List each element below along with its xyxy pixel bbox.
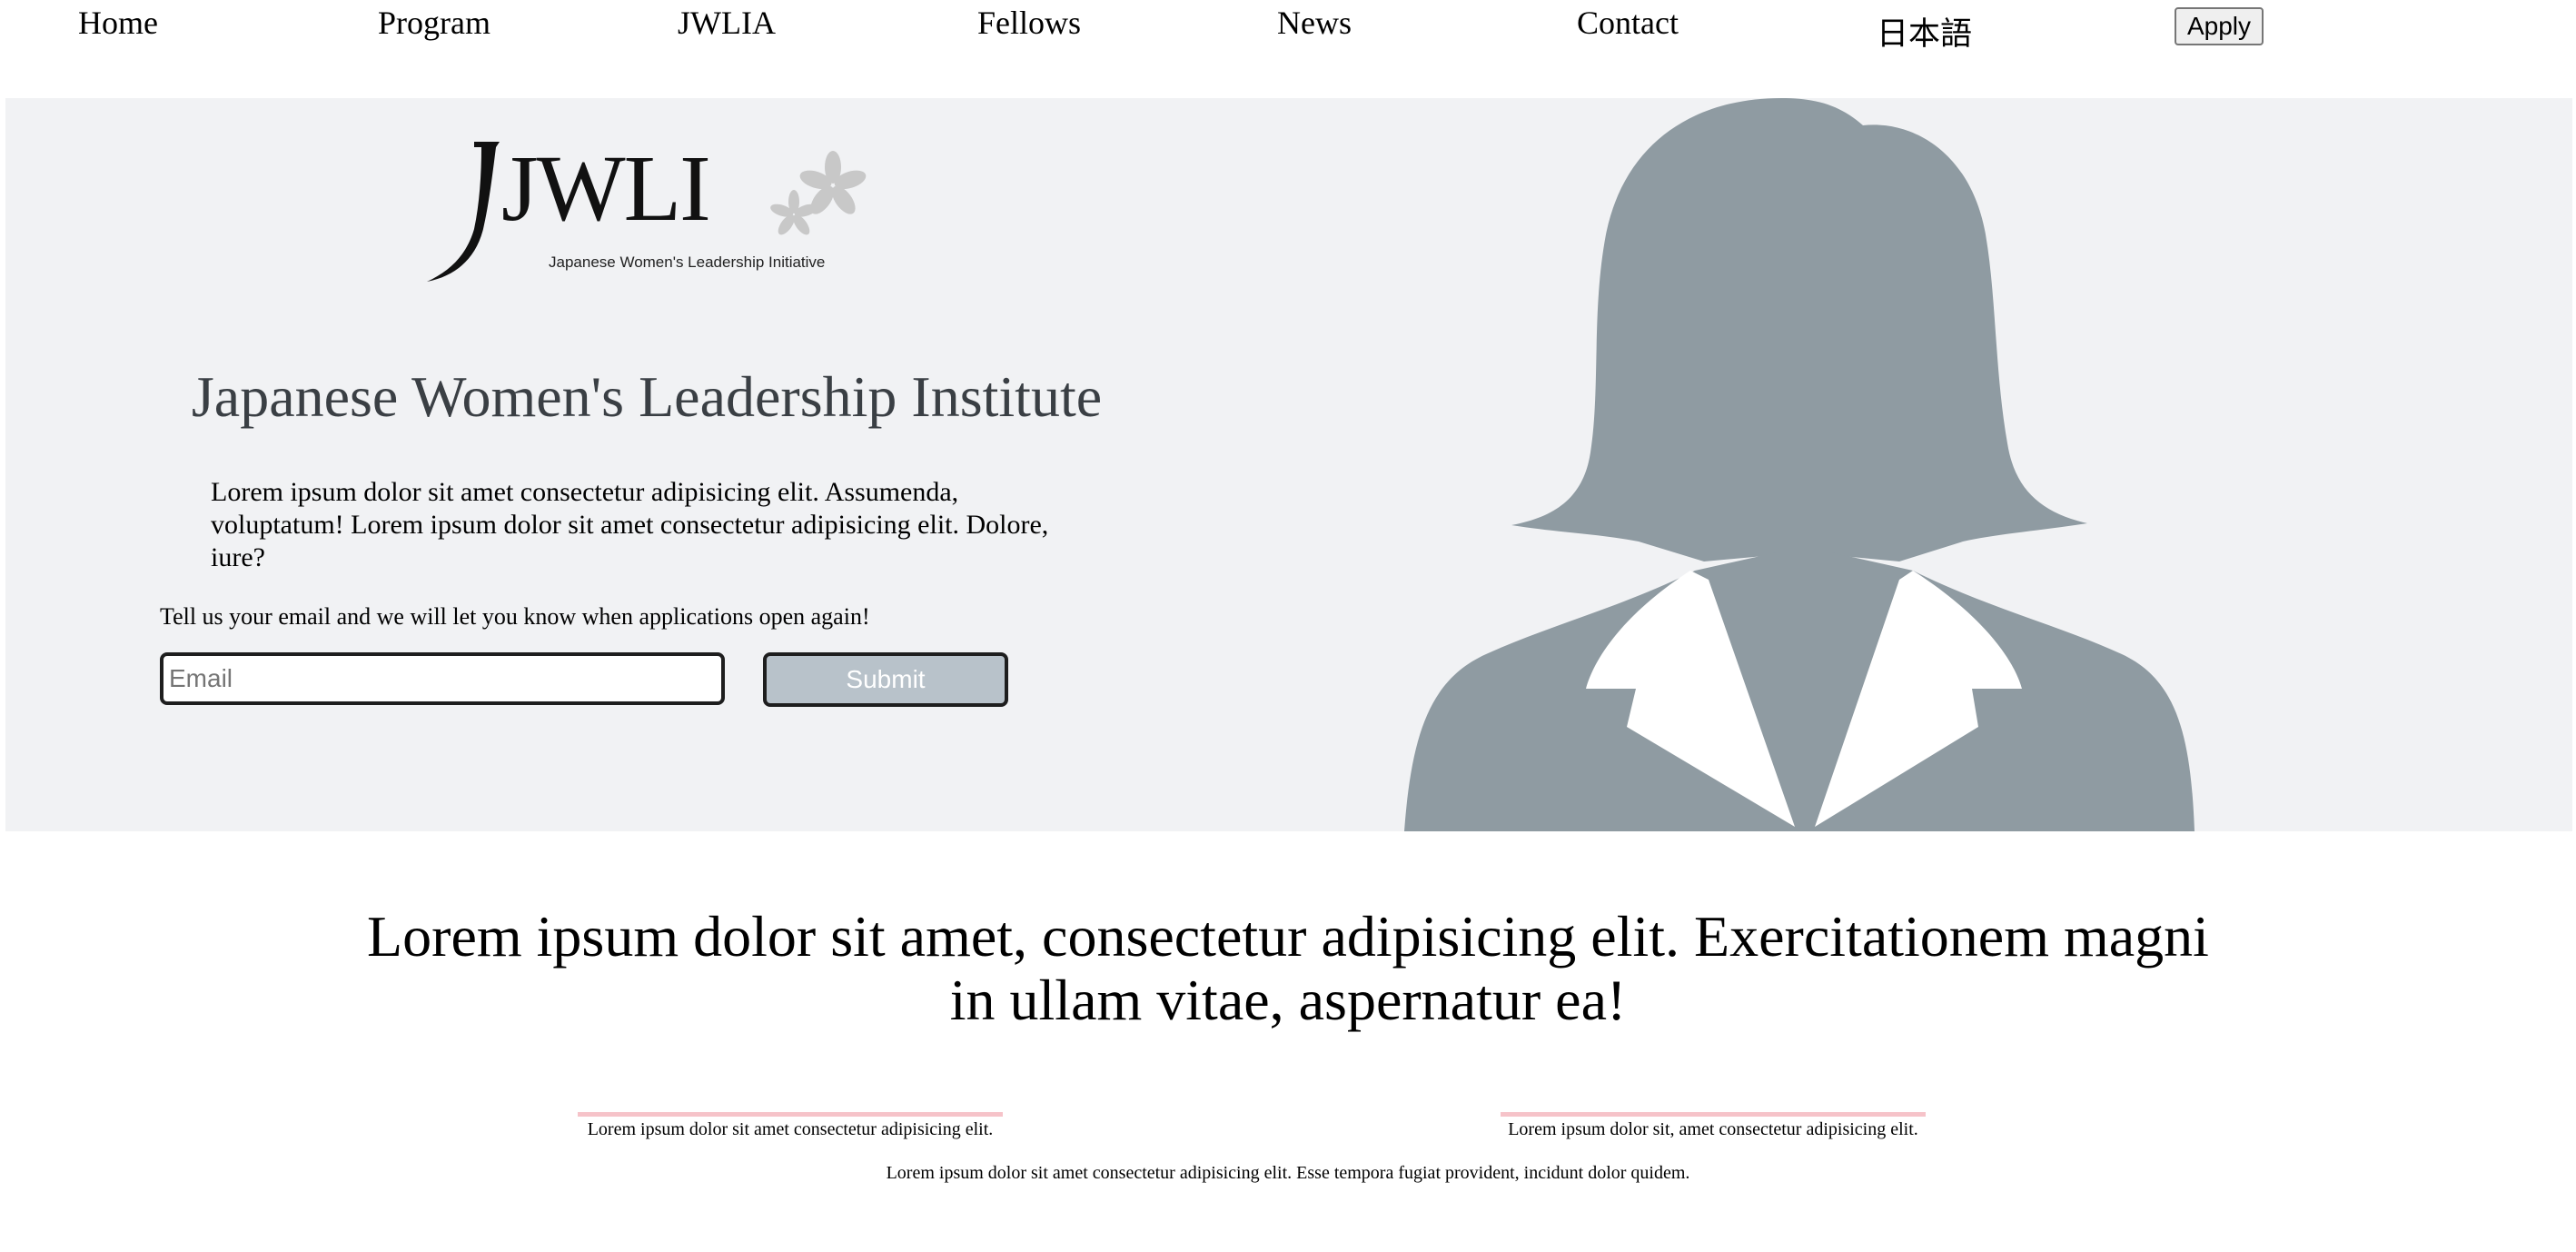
nav-jwlia[interactable]: JWLIA (678, 4, 776, 42)
feature-card-right: Lorem ipsum dolor sit, amet consectetur … (1501, 1112, 1926, 1140)
nav-contact[interactable]: Contact (1577, 4, 1679, 42)
nav-program[interactable]: Program (378, 4, 490, 42)
hero-title: Japanese Women's Leadership Institute (191, 364, 1103, 429)
apply-button[interactable]: Apply (2175, 7, 2264, 45)
hero-description: Lorem ipsum dolor sit amet consectetur a… (211, 477, 1049, 572)
logo-wordmark: JWLI (501, 136, 709, 241)
email-prompt: Tell us your email and we will let you k… (160, 603, 870, 630)
submit-button[interactable]: Submit (763, 652, 1008, 707)
nav-home[interactable]: Home (78, 4, 158, 42)
jwli-logo: JWLI Japanese Women's Leadership Initiat… (427, 136, 867, 282)
lead-heading: Lorem ipsum dolor sit amet, consectetur … (367, 904, 2209, 1032)
hero-section: JWLI Japanese Women's Leadership Initiat… (5, 98, 2572, 831)
footnote-text: Lorem ipsum dolor sit amet consectetur a… (886, 1163, 1690, 1183)
email-input[interactable] (160, 652, 725, 705)
nav-fellows[interactable]: Fellows (977, 4, 1081, 42)
woman-silhouette-icon (1404, 98, 2195, 831)
top-nav: Home Program JWLIA Fellows News Contact … (0, 0, 2576, 55)
nav-news[interactable]: News (1277, 4, 1352, 42)
sakura-icon (770, 151, 867, 235)
nav-japanese[interactable]: 日本語 (1877, 8, 1972, 55)
feature-card-left: Lorem ipsum dolor sit amet consectetur a… (578, 1112, 1003, 1140)
logo-tagline: Japanese Women's Leadership Initiative (549, 253, 825, 271)
